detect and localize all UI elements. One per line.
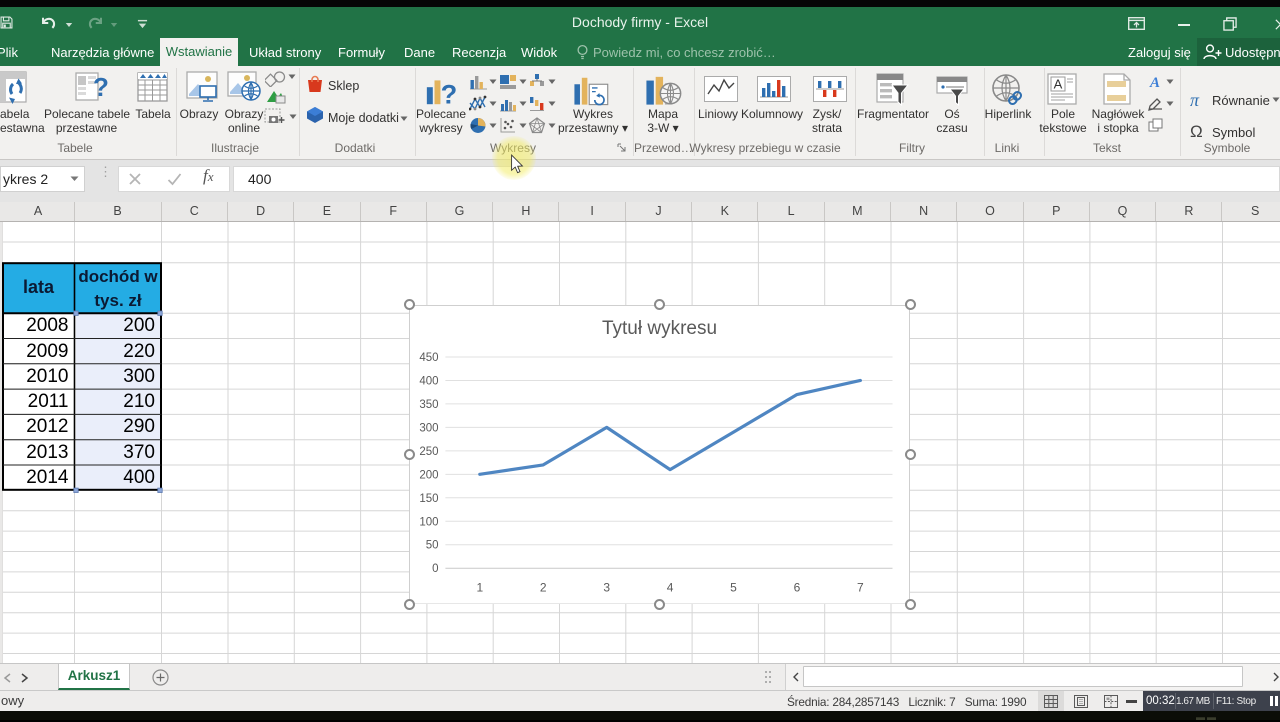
svg-text:A: A xyxy=(1149,75,1160,89)
svg-text:A: A xyxy=(1054,77,1063,92)
svg-text:?: ? xyxy=(93,72,109,102)
svg-text:?: ? xyxy=(441,78,458,109)
